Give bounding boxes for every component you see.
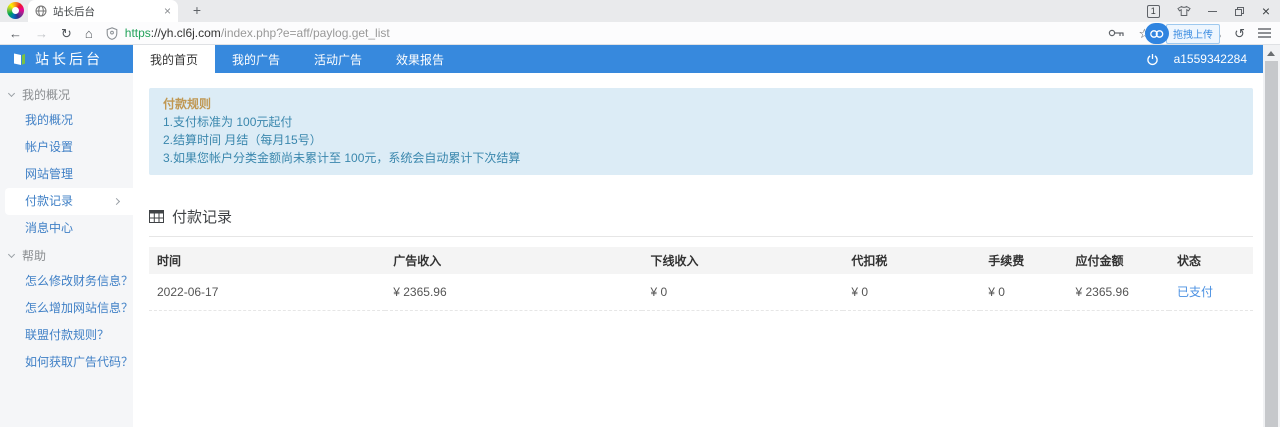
brand-book-icon bbox=[11, 51, 27, 67]
table-body: 2022-06-17¥ 2365.96¥ 0¥ 0¥ 0¥ 2365.96已支付 bbox=[149, 274, 1253, 311]
page-content: 站长后台 我的首页我的广告活动广告效果报告 a1559342284 我的概况我的… bbox=[0, 45, 1263, 427]
url-scheme: https bbox=[125, 26, 151, 40]
table-cell: 2022-06-17 bbox=[149, 274, 385, 311]
notice-line: 2.结算时间 月结（每月15号） bbox=[163, 131, 1239, 149]
table-column-header: 状态 bbox=[1169, 247, 1253, 274]
download-count-badge[interactable]: 1 bbox=[1147, 5, 1160, 18]
notice-line: 1.支付标准为 100元起付 bbox=[163, 113, 1239, 131]
table-header-row: 时间广告收入下线收入代扣税手续费应付金额状态 bbox=[149, 247, 1253, 274]
header-nav-tabs: 我的首页我的广告活动广告效果报告 bbox=[133, 45, 461, 73]
sidebar-section-title[interactable]: 我的概况 bbox=[0, 81, 133, 107]
main-content: 付款规则 1.支付标准为 100元起付2.结算时间 月结（每月15号）3.如果您… bbox=[133, 73, 1263, 427]
brand-title: 站长后台 bbox=[35, 49, 103, 69]
url-text[interactable]: https://yh.cl6j.com/index.php?e=aff/payl… bbox=[125, 26, 390, 40]
drag-upload-label: 拖拽上传 bbox=[1166, 24, 1220, 44]
table-column-header: 下线收入 bbox=[642, 247, 843, 274]
sidebar-section-label: 帮助 bbox=[22, 247, 46, 264]
nav-tab-2[interactable]: 我的广告 bbox=[215, 45, 297, 73]
cloud-drive-icon[interactable] bbox=[1145, 23, 1169, 44]
payment-rules-notice: 付款规则 1.支付标准为 100元起付2.结算时间 月结（每月15号）3.如果您… bbox=[149, 88, 1253, 175]
table-icon bbox=[149, 210, 164, 223]
records-title: 付款记录 bbox=[172, 206, 232, 227]
sidebar-item[interactable]: 我的概况 bbox=[0, 107, 133, 134]
payment-records-table: 时间广告收入下线收入代扣税手续费应付金额状态 2022-06-17¥ 2365.… bbox=[149, 247, 1253, 311]
logout-power-icon[interactable] bbox=[1146, 53, 1159, 66]
minimize-icon[interactable] bbox=[1208, 11, 1217, 12]
sidebar-item[interactable]: 帐户设置 bbox=[0, 134, 133, 161]
restore-icon[interactable] bbox=[1234, 6, 1245, 17]
table-column-header: 手续费 bbox=[980, 247, 1067, 274]
sidebar-item[interactable]: 联盟付款规则？ bbox=[0, 322, 133, 349]
menu-icon[interactable] bbox=[1258, 28, 1271, 38]
shield-icon[interactable] bbox=[106, 27, 118, 40]
username[interactable]: a1559342284 bbox=[1174, 52, 1247, 66]
table-cell: 已支付 bbox=[1169, 274, 1253, 311]
window-controls: 1 × bbox=[1147, 0, 1270, 22]
app-body: 我的概况我的概况帐户设置网站管理付款记录消息中心帮助怎么修改财务信息？怎么增加网… bbox=[0, 73, 1263, 427]
notice-line: 3.如果您帐户分类金额尚未累计至 100元，系统会自动累计下次结算 bbox=[163, 149, 1239, 167]
tab-close-icon[interactable]: × bbox=[164, 5, 171, 17]
notice-lines: 1.支付标准为 100元起付2.结算时间 月结（每月15号）3.如果您帐户分类金… bbox=[163, 113, 1239, 167]
table-column-header: 代扣税 bbox=[843, 247, 980, 274]
cloud-upload-overlay[interactable]: 拖拽上传 bbox=[1145, 23, 1220, 44]
table-cell: ¥ 2365.96 bbox=[385, 274, 642, 311]
status-link[interactable]: 已支付 bbox=[1177, 285, 1213, 299]
url-path: /index.php?e=aff/paylog.get_list bbox=[221, 26, 390, 40]
browser-toolbar: ← → ↻ ⌂ https://yh.cl6j.com/index.php?e=… bbox=[0, 22, 1280, 45]
sidebar: 我的概况我的概况帐户设置网站管理付款记录消息中心帮助怎么修改财务信息？怎么增加网… bbox=[0, 73, 133, 427]
table-cell: ¥ 0 bbox=[642, 274, 843, 311]
page-scrollbar[interactable] bbox=[1263, 45, 1280, 427]
browser-tab[interactable]: 站长后台 × bbox=[28, 0, 178, 22]
browser-logo-icon[interactable] bbox=[7, 2, 24, 19]
table-cell: ¥ 0 bbox=[843, 274, 980, 311]
table-column-header: 时间 bbox=[149, 247, 385, 274]
scrollbar-up-arrow[interactable] bbox=[1267, 51, 1275, 56]
nav-tab-4[interactable]: 效果报告 bbox=[379, 45, 461, 73]
url-host: ://yh.cl6j.com bbox=[151, 26, 221, 40]
chevron-down-icon bbox=[8, 89, 15, 96]
sidebar-item[interactable]: 怎么增加网站信息？ bbox=[0, 295, 133, 322]
forward-icon[interactable]: → bbox=[35, 27, 48, 40]
table-head: 时间广告收入下线收入代扣税手续费应付金额状态 bbox=[149, 247, 1253, 274]
sidebar-item[interactable]: 付款记录 bbox=[5, 188, 133, 215]
table-row: 2022-06-17¥ 2365.96¥ 0¥ 0¥ 0¥ 2365.96已支付 bbox=[149, 274, 1253, 311]
sidebar-section-label: 我的概况 bbox=[22, 86, 70, 103]
address-bar[interactable]: https://yh.cl6j.com/index.php?e=aff/payl… bbox=[106, 26, 1101, 40]
sidebar-section-title[interactable]: 帮助 bbox=[0, 242, 133, 268]
sidebar-item[interactable]: 怎么修改财务信息？ bbox=[0, 268, 133, 295]
chevron-down-icon bbox=[8, 250, 15, 257]
new-tab-button[interactable]: + bbox=[188, 2, 206, 20]
table-column-header: 应付金额 bbox=[1067, 247, 1169, 274]
close-window-icon[interactable]: × bbox=[1262, 4, 1270, 18]
table-cell: ¥ 0 bbox=[980, 274, 1067, 311]
scrollbar-thumb[interactable] bbox=[1265, 61, 1278, 427]
table-column-header: 广告收入 bbox=[385, 247, 642, 274]
chevron-right-icon bbox=[113, 198, 120, 205]
theme-shirt-icon[interactable] bbox=[1177, 5, 1191, 17]
brand: 站长后台 bbox=[0, 45, 133, 73]
sidebar-item[interactable]: 网站管理 bbox=[0, 161, 133, 188]
back-icon[interactable]: ← bbox=[9, 27, 22, 40]
sidebar-item[interactable]: 如何获取广告代码？ bbox=[0, 349, 133, 376]
undo-icon[interactable]: ↺ bbox=[1234, 27, 1245, 40]
records-section-head: 付款记录 bbox=[149, 206, 1253, 237]
nav-tab-1[interactable]: 我的首页 bbox=[133, 45, 215, 73]
password-key-icon[interactable] bbox=[1108, 28, 1125, 38]
tab-title: 站长后台 bbox=[53, 4, 158, 19]
sidebar-item[interactable]: 消息中心 bbox=[0, 215, 133, 242]
nav-tab-3[interactable]: 活动广告 bbox=[297, 45, 379, 73]
refresh-icon[interactable]: ↻ bbox=[61, 27, 72, 40]
globe-icon bbox=[35, 5, 47, 17]
header-right: a1559342284 bbox=[1146, 45, 1263, 73]
table-cell: ¥ 2365.96 bbox=[1067, 274, 1169, 311]
notice-title: 付款规则 bbox=[163, 95, 1239, 113]
home-icon[interactable]: ⌂ bbox=[85, 27, 93, 40]
browser-tab-bar: 站长后台 × + 1 × bbox=[0, 0, 1280, 22]
app-header: 站长后台 我的首页我的广告活动广告效果报告 a1559342284 bbox=[0, 45, 1263, 73]
